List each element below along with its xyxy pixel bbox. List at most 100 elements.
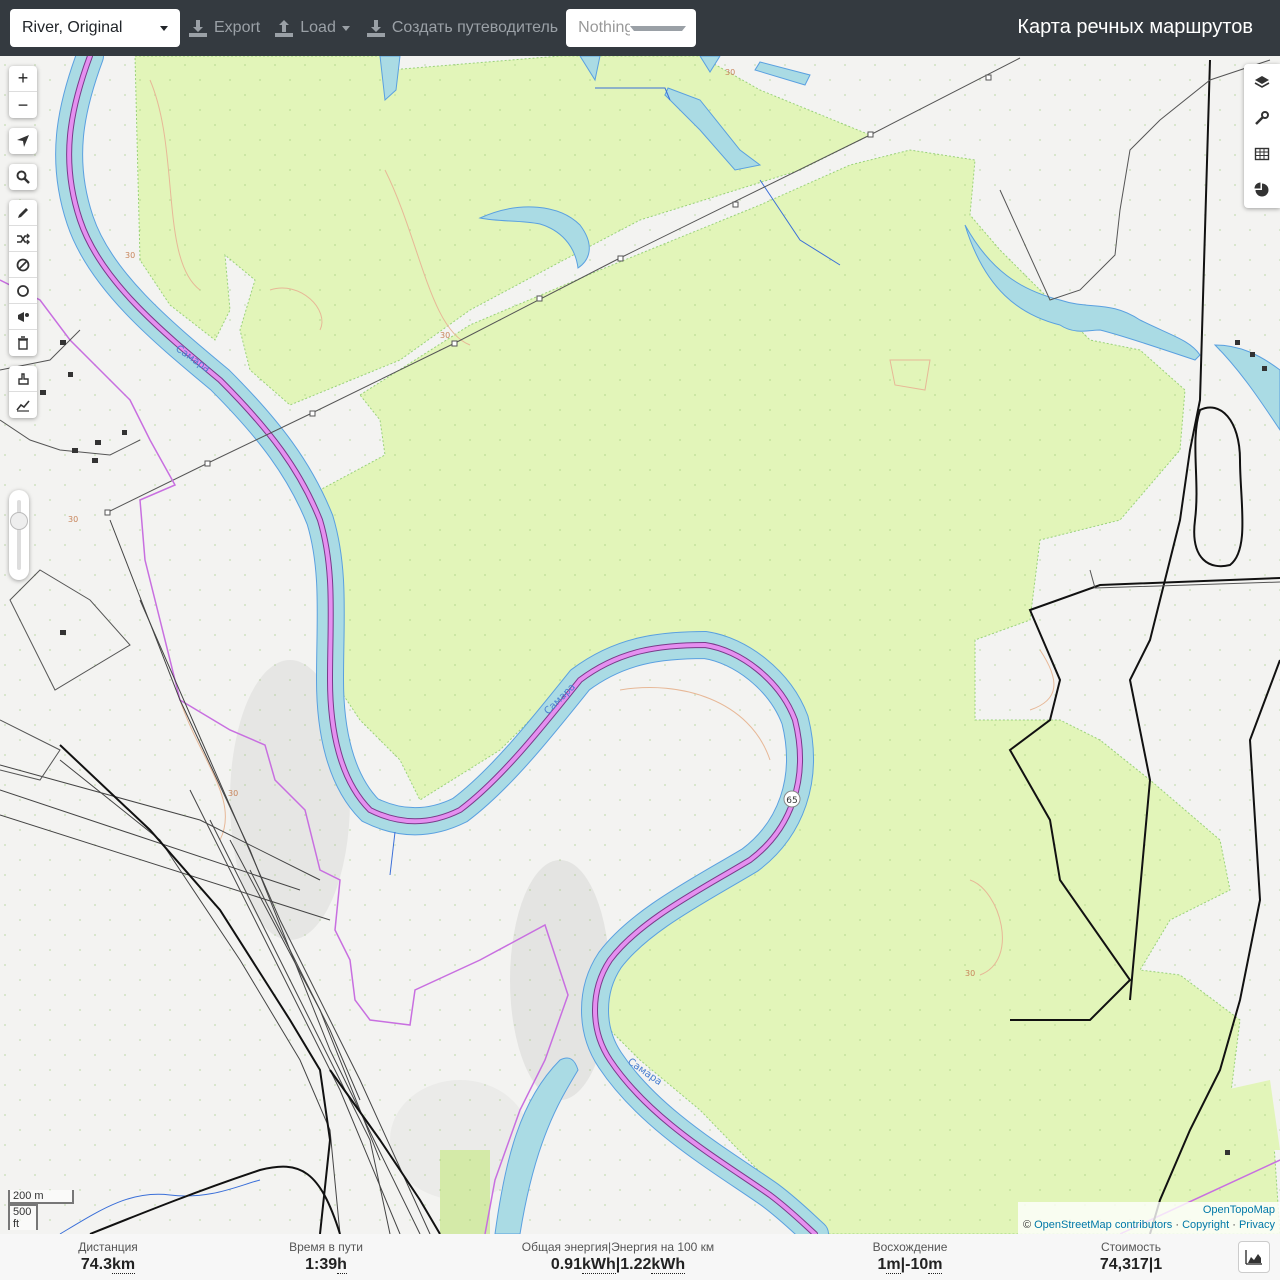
table-icon	[1254, 147, 1270, 161]
wrench-icon	[1255, 111, 1269, 125]
location-arrow-icon	[17, 135, 29, 147]
stat-ascent-up-unit: m	[886, 1256, 901, 1274]
hand-button[interactable]	[9, 366, 37, 392]
stat-time-value: 1:39	[305, 1256, 338, 1273]
download-icon	[366, 20, 385, 37]
elevation-chart-toggle[interactable]	[1238, 1241, 1270, 1273]
ban-icon	[16, 258, 30, 271]
stat-ascent-label: Восхождение	[872, 1240, 948, 1254]
stat-cost-count: 1	[1153, 1256, 1163, 1273]
search-control	[9, 164, 37, 190]
stat-energy-total: 0.91	[550, 1256, 582, 1273]
svg-text:30: 30	[440, 331, 450, 340]
extras-toolbar	[9, 366, 37, 418]
map-tiles: Самара Самара Самара 30 30 30 30 30 30 6…	[0, 56, 1280, 1234]
load-button[interactable]: Load	[274, 9, 350, 47]
settings-button[interactable]	[1244, 100, 1280, 136]
stat-distance: Дистанция 74.3km	[48, 1234, 168, 1280]
svg-text:65: 65	[786, 796, 797, 806]
selection-value: Nothing selected	[578, 19, 631, 36]
circle-icon	[17, 284, 29, 297]
privacy-link[interactable]: Privacy	[1239, 1219, 1275, 1231]
route-stats-bar: Дистанция 74.3km Время в пути 1:39h Обща…	[0, 1234, 1280, 1280]
map-view[interactable]: Самара Самара Самара 30 30 30 30 30 30 6…	[0, 56, 1280, 1234]
upload-icon	[275, 20, 294, 37]
selection-select[interactable]: Nothing selected	[566, 9, 697, 47]
shuffle-icon	[17, 233, 30, 244]
svg-text:30: 30	[965, 969, 975, 978]
svg-text:30: 30	[725, 68, 735, 77]
search-icon	[16, 170, 30, 184]
chevron-down-icon	[630, 25, 687, 31]
chevron-down-icon	[341, 25, 350, 31]
stat-cost: Стоимость 74,317|1	[1071, 1234, 1191, 1280]
locate-button[interactable]	[9, 128, 37, 154]
layers-icon	[1254, 76, 1270, 88]
no-go-area-button[interactable]	[9, 252, 37, 278]
app-brand-title: Карта речных маршрутов	[1017, 16, 1253, 38]
load-label: Load	[300, 19, 336, 36]
trash-icon	[18, 336, 28, 350]
stat-distance-label: Дистанция	[78, 1240, 138, 1254]
stat-distance-unit: km	[112, 1256, 136, 1274]
zoom-control: + −	[9, 66, 37, 118]
stat-energy-label: Общая энергия|Энергия на 100 км	[521, 1240, 715, 1254]
scale-metric: 200 m	[8, 1190, 74, 1204]
routing-profile-select[interactable]: River, Original	[10, 9, 180, 47]
locate-control	[9, 128, 37, 154]
map-scale: 200 m 500 ft	[8, 1190, 74, 1230]
layers-button[interactable]	[1244, 64, 1280, 100]
route-waypoint-marker[interactable]: 65	[783, 790, 801, 808]
download-icon	[189, 20, 207, 37]
stat-ascent-down: -10	[905, 1256, 929, 1273]
stat-distance-value: 74.3	[80, 1256, 112, 1273]
line-chart-icon	[16, 400, 30, 412]
stat-time-unit: h	[337, 1256, 347, 1274]
stat-energy: Общая энергия|Энергия на 100 км 0.91kWh|…	[490, 1234, 746, 1280]
create-guide-label: Создать путеводитель	[391, 19, 559, 36]
stat-time-label: Время в пути	[289, 1240, 363, 1254]
zoom-out-button[interactable]: −	[9, 92, 37, 118]
right-control-panel	[1244, 64, 1280, 208]
stat-time: Время в пути 1:39h	[266, 1234, 386, 1280]
stat-ascent: Восхождение 1m|-10m	[850, 1234, 970, 1280]
svg-text:30: 30	[125, 251, 135, 260]
elevation-button[interactable]	[9, 392, 37, 418]
stat-ascent-down-unit: m	[928, 1256, 943, 1274]
slider-handle[interactable]	[10, 512, 28, 530]
stat-cost-label: Стоимость	[1100, 1240, 1162, 1254]
map-marker-icon	[18, 311, 29, 322]
routing-profile-value: River, Original	[22, 19, 123, 36]
pencil-icon	[18, 207, 28, 218]
opacity-slider[interactable]	[9, 490, 29, 580]
export-button[interactable]: Export	[188, 9, 260, 47]
table-button[interactable]	[1244, 136, 1280, 172]
reverse-route-button[interactable]	[9, 226, 37, 252]
pie-chart-icon	[1254, 182, 1269, 197]
app-root: River, Original Export Load Создать путе…	[0, 0, 1280, 1280]
hand-icon	[18, 372, 29, 385]
poi-button[interactable]	[9, 304, 37, 330]
top-navbar: River, Original Export Load Создать путе…	[0, 0, 1280, 56]
chevron-down-icon	[160, 25, 168, 31]
draw-toolbar	[9, 200, 37, 356]
osm-contributors-link[interactable]: OpenStreetMap contributors	[1034, 1219, 1172, 1231]
stat-cost-value: 74,317	[1099, 1256, 1149, 1273]
scale-imperial: 500 ft	[8, 1204, 38, 1230]
circle-area-button[interactable]	[9, 278, 37, 304]
draw-route-button[interactable]	[9, 200, 37, 226]
search-button[interactable]	[9, 164, 37, 190]
svg-text:30: 30	[68, 515, 78, 524]
analysis-button[interactable]	[1244, 172, 1280, 208]
zoom-in-button[interactable]: +	[9, 66, 37, 92]
copyright-link[interactable]: Copyright	[1182, 1219, 1229, 1231]
area-chart-icon	[1245, 1250, 1262, 1265]
create-guide-button[interactable]: Создать путеводитель	[366, 9, 558, 47]
svg-text:30: 30	[228, 789, 238, 798]
delete-route-button[interactable]	[9, 330, 37, 356]
map-attribution: OpenTopoMap © OpenStreetMap contributors…	[1017, 1202, 1280, 1234]
layer-attribution-link[interactable]: OpenTopoMap	[1203, 1204, 1275, 1216]
stat-energy-per100-unit: kWh	[651, 1256, 686, 1274]
stat-energy-total-unit: kWh	[581, 1256, 616, 1274]
export-label: Export	[214, 19, 261, 36]
